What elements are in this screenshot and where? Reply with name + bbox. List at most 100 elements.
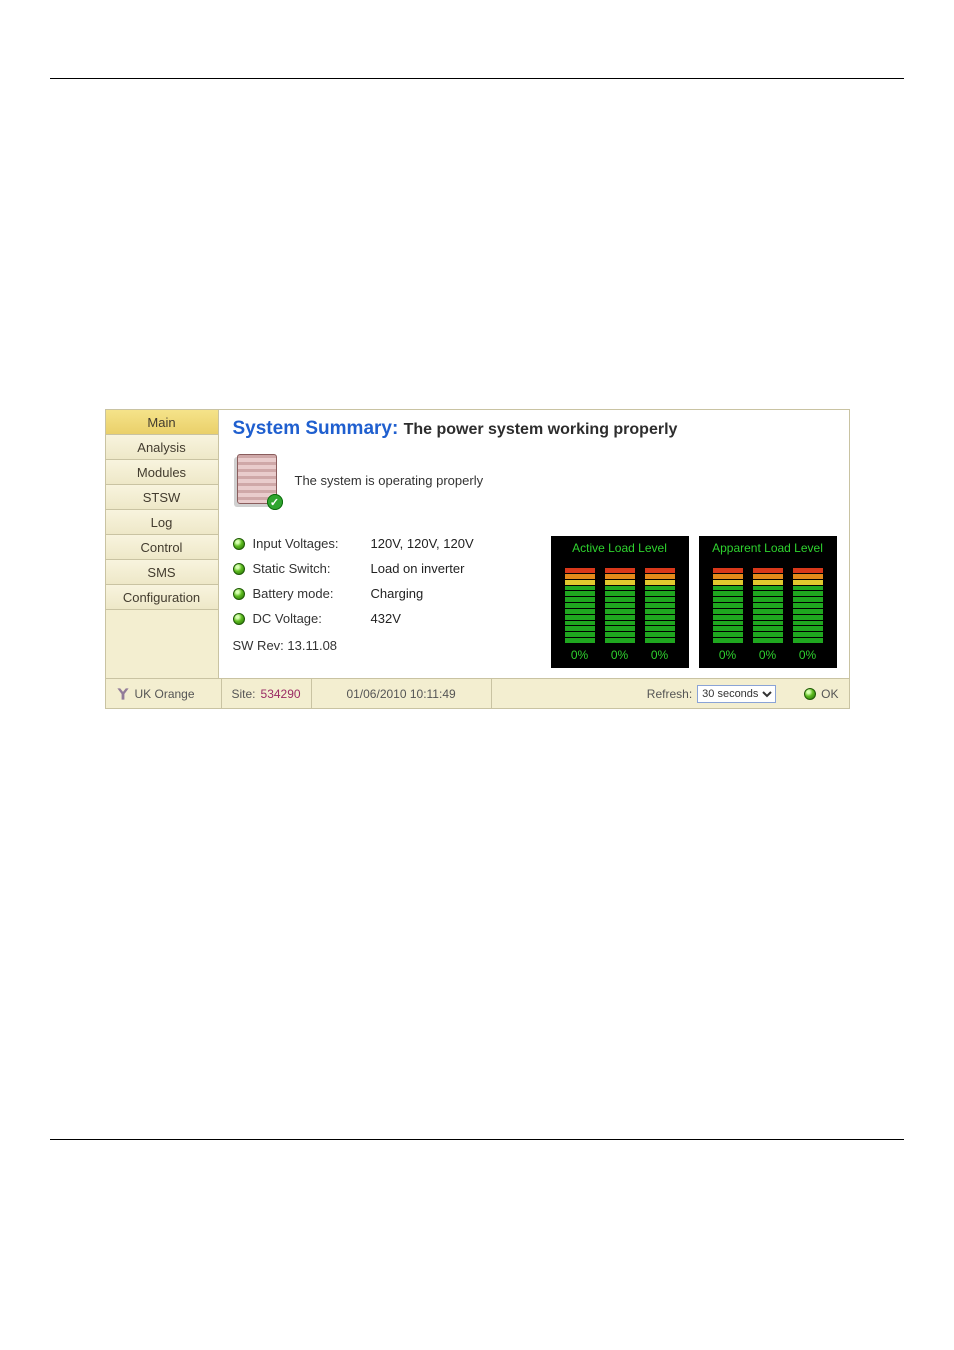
bar-seg-green <box>793 638 823 643</box>
sidebar-item-modules[interactable]: Modules <box>106 460 218 485</box>
bar-seg-green <box>565 586 595 591</box>
gauge-bar <box>565 568 595 644</box>
bar-seg-green <box>605 621 635 626</box>
refresh-label: Refresh: <box>647 687 692 701</box>
bar-seg-green <box>713 597 743 602</box>
yahoo-icon <box>116 687 130 701</box>
detail-label: Static Switch: <box>253 561 363 576</box>
bar-seg-orange <box>793 574 823 579</box>
status-dot-ok-icon <box>233 588 245 600</box>
bar-seg-red <box>713 568 743 573</box>
footer-timestamp-text: 01/06/2010 10:11:49 <box>346 687 455 701</box>
bar-seg-yellow <box>713 580 743 585</box>
details-list: Input Voltages: 120V, 120V, 120V Static … <box>233 536 533 653</box>
gauge-bar <box>605 568 635 644</box>
gauge-bar-col: 0% <box>645 568 675 662</box>
bar-seg-green <box>645 603 675 608</box>
sidebar-item-log[interactable]: Log <box>106 510 218 535</box>
system-thumbnail: ✓ <box>233 452 281 508</box>
gauge-bar-col: 0% <box>793 568 823 662</box>
bar-seg-orange <box>713 574 743 579</box>
bar-seg-green <box>793 621 823 626</box>
bar-seg-green <box>645 591 675 596</box>
page-title-prefix: System Summary: <box>233 418 404 439</box>
main-panel: System Summary: The power system working… <box>219 410 849 678</box>
bar-seg-green <box>645 609 675 614</box>
detail-value: Charging <box>371 586 424 601</box>
footer-site-link[interactable]: 534290 <box>261 687 301 701</box>
gauge-bar-col: 0% <box>753 568 783 662</box>
bar-seg-yellow <box>565 580 595 585</box>
bar-seg-green <box>645 586 675 591</box>
bar-seg-green <box>793 626 823 631</box>
gauge-bar-label: 0% <box>651 648 668 662</box>
page-rule-bottom <box>50 1139 904 1140</box>
bar-seg-green <box>565 609 595 614</box>
sidebar-item-main[interactable]: Main <box>106 410 218 435</box>
bar-seg-yellow <box>645 580 675 585</box>
bar-seg-green <box>753 609 783 614</box>
bar-seg-red <box>753 568 783 573</box>
bar-seg-green <box>605 586 635 591</box>
gauge-bar-label: 0% <box>759 648 776 662</box>
bar-seg-green <box>713 626 743 631</box>
bar-seg-green <box>713 632 743 637</box>
bar-seg-orange <box>605 574 635 579</box>
bar-seg-orange <box>645 574 675 579</box>
sidebar-item-stsw[interactable]: STSW <box>106 485 218 510</box>
sidebar-item-sms[interactable]: SMS <box>106 560 218 585</box>
gauge-bar-label: 0% <box>571 648 588 662</box>
bar-seg-green <box>645 626 675 631</box>
sidebar-item-configuration[interactable]: Configuration <box>106 585 218 610</box>
bar-seg-green <box>713 638 743 643</box>
bar-seg-green <box>605 632 635 637</box>
sidebar-item-analysis[interactable]: Analysis <box>106 435 218 460</box>
bar-seg-green <box>605 626 635 631</box>
bar-seg-green <box>565 626 595 631</box>
gauge-bar-label: 0% <box>611 648 628 662</box>
sidebar-item-control[interactable]: Control <box>106 535 218 560</box>
bar-seg-green <box>605 615 635 620</box>
bar-seg-green <box>565 591 595 596</box>
bar-seg-green <box>645 597 675 602</box>
detail-row-input-voltages: Input Voltages: 120V, 120V, 120V <box>233 536 533 551</box>
detail-value: 432V <box>371 611 401 626</box>
bar-seg-green <box>713 609 743 614</box>
footer-refresh: Refresh: 30 seconds <box>637 685 786 703</box>
status-row: ✓ The system is operating properly <box>233 452 837 508</box>
bar-seg-green <box>713 586 743 591</box>
bar-seg-orange <box>753 574 783 579</box>
bar-seg-green <box>753 603 783 608</box>
bar-seg-green <box>565 621 595 626</box>
footer-site-label: Site: <box>232 687 256 701</box>
status-summary-text: The system is operating properly <box>295 473 484 488</box>
gauge-active-load: Active Load Level 0% <box>551 536 689 668</box>
bar-seg-green <box>793 609 823 614</box>
detail-row-battery-mode: Battery mode: Charging <box>233 586 533 601</box>
app-body: Main Analysis Modules STSW Log Control S… <box>106 410 849 678</box>
refresh-select[interactable]: 30 seconds <box>697 685 776 703</box>
bar-seg-green <box>565 615 595 620</box>
bar-seg-green <box>793 586 823 591</box>
bar-seg-green <box>605 597 635 602</box>
gauge-bar <box>713 568 743 644</box>
bar-seg-green <box>605 591 635 596</box>
bar-seg-green <box>565 597 595 602</box>
bar-seg-green <box>645 632 675 637</box>
gauge-bar-label: 0% <box>799 648 816 662</box>
footer-ok: OK <box>786 679 848 708</box>
page-title-suffix: The power system working properly <box>404 421 678 438</box>
bar-seg-green <box>645 638 675 643</box>
app-frame: Main Analysis Modules STSW Log Control S… <box>105 409 850 709</box>
bar-seg-red <box>605 568 635 573</box>
detail-label: Input Voltages: <box>253 536 363 551</box>
bar-seg-green <box>753 591 783 596</box>
bar-seg-green <box>565 603 595 608</box>
bar-seg-green <box>565 638 595 643</box>
page-heading: System Summary: The power system working… <box>233 418 837 440</box>
gauge-apparent-load: Apparent Load Level 0% <box>699 536 837 668</box>
sw-rev-text: SW Rev: 13.11.08 <box>233 638 533 653</box>
footer-site: Site: 534290 <box>222 679 312 708</box>
bar-seg-green <box>645 621 675 626</box>
page-rule-top <box>50 78 904 79</box>
